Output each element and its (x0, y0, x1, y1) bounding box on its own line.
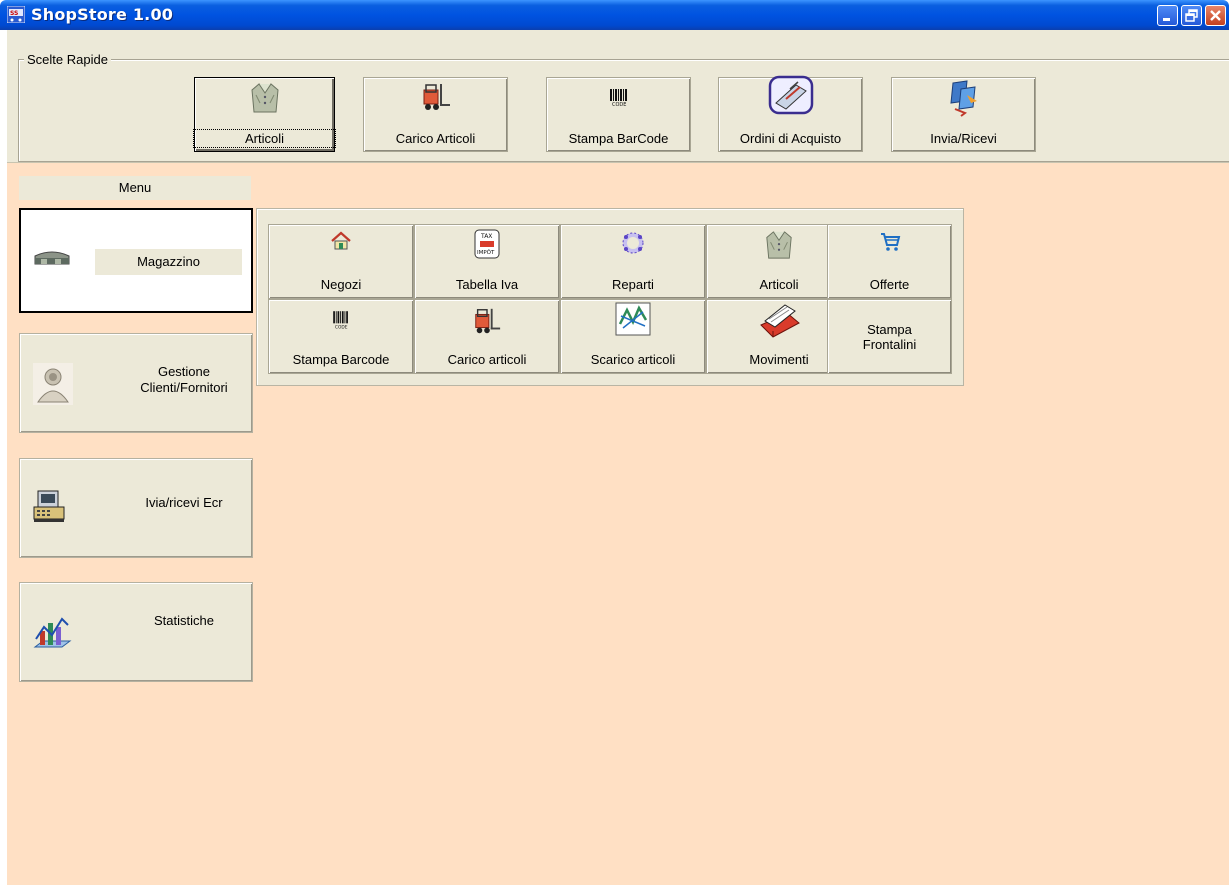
warehouse-icon (34, 251, 70, 265)
window-title: ShopStore 1.00 (31, 5, 174, 24)
barcode-icon: CODE (609, 89, 627, 108)
close-button[interactable] (1205, 5, 1226, 26)
menu-item-label: Ivia/ricevi Ecr (145, 495, 223, 510)
restore-icon (1185, 9, 1198, 22)
shopping-cart-icon (880, 233, 900, 251)
scanner-icon (768, 75, 813, 115)
quick-articoli-button[interactable]: Articoli (193, 77, 336, 152)
app-window: SS ShopStore 1.00 Scelte Rapide Articoli… (0, 0, 1229, 885)
departments-icon (622, 232, 644, 254)
menu-item-label: Statistiche (154, 613, 214, 628)
quick-ordini-di-acquisto-button[interactable]: Ordini di Acquisto (718, 75, 863, 152)
close-icon (1210, 10, 1221, 21)
barcode-icon: CODE (333, 311, 348, 331)
sub-scarico-articoli-button[interactable]: Scarico articoli (560, 299, 706, 374)
sub-stampa-frontalini-button[interactable]: Stampa Frontalini (827, 299, 952, 374)
quick-button-label: Stampa BarCode (568, 131, 669, 146)
sub-button-label: Stampa Frontalini (862, 322, 917, 352)
svg-text:CODE: CODE (335, 325, 348, 331)
forklift-icon (423, 84, 450, 110)
sub-button-label: Scarico articoli (590, 352, 676, 367)
sub-button-label: Stampa Barcode (292, 352, 390, 367)
sub-offerte-button[interactable]: Offerte (827, 224, 952, 299)
quick-choices-panel: Scelte Rapide Articoli Carico Articoli C… (7, 30, 1229, 163)
quick-button-label: Carico Articoli (395, 131, 476, 146)
quick-button-label: Ordini di Acquisto (739, 131, 842, 146)
tax-icon: TAX IMPÔT (474, 229, 500, 259)
sub-button-label: Carico articoli (447, 352, 527, 367)
menu-header: Menu (19, 176, 251, 200)
quick-carico-articoli-button[interactable]: Carico Articoli (363, 77, 508, 152)
menu-item-ivia-ricevi-ecr[interactable]: Ivia/ricevi Ecr (19, 458, 253, 558)
jacket-icon (766, 231, 792, 259)
quick-invia-ricevi-button[interactable]: Invia/Ricevi (891, 77, 1036, 152)
impot-icon-text: IMPÔT (477, 249, 495, 256)
jacket-icon (250, 83, 279, 113)
sub-button-label: Reparti (612, 277, 654, 292)
shopstore-app-icon: SS (7, 6, 25, 23)
customers-icon (33, 363, 73, 405)
quick-button-label: Articoli (193, 129, 336, 148)
title-bar[interactable]: SS ShopStore 1.00 (0, 0, 1229, 30)
sub-button-label: Offerte (869, 277, 910, 292)
menu-item-label: Gestione Clienti/Fornitori (140, 364, 228, 395)
quick-stampa-barcode-button[interactable]: CODE Stampa BarCode (546, 77, 691, 152)
menu-item-label: Magazzino (137, 254, 200, 269)
svg-text:CODE: CODE (612, 102, 626, 108)
sub-reparti-button[interactable]: Reparti (560, 224, 706, 299)
sub-tabella-iva-button[interactable]: TAX IMPÔT Tabella Iva (414, 224, 560, 299)
send-receive-icon (949, 80, 977, 117)
quick-button-label: Invia/Ricevi (930, 131, 997, 146)
sub-button-label: Tabella Iva (455, 277, 519, 292)
card-index-icon (760, 304, 800, 338)
tax-icon-text: TAX (480, 233, 492, 240)
statistics-chart-icon (33, 617, 72, 648)
menu-item-gestione-clienti-fornitori[interactable]: Gestione Clienti/Fornitori (19, 333, 253, 433)
menu-item-magazzino[interactable]: Magazzino (19, 208, 253, 313)
sub-carico-articoli-button[interactable]: Carico articoli (414, 299, 560, 374)
minimize-button[interactable] (1157, 5, 1178, 26)
magazzino-submenu-panel: Negozi TAX IMPÔT Tabella Iva Reparti Art… (256, 208, 964, 386)
client-area: Scelte Rapide Articoli Carico Articoli C… (7, 30, 1229, 885)
svg-text:SS: SS (10, 10, 18, 17)
sub-button-label: Negozi (320, 277, 362, 292)
restore-button[interactable] (1181, 5, 1202, 26)
unload-icon (615, 302, 651, 336)
house-icon (331, 231, 351, 250)
minimize-icon (1163, 18, 1170, 21)
cash-register-icon (33, 490, 65, 522)
sub-negozi-button[interactable]: Negozi (268, 224, 414, 299)
forklift-icon (475, 308, 501, 334)
menu-item-statistiche[interactable]: Statistiche (19, 582, 253, 682)
quick-choices-legend: Scelte Rapide (24, 52, 111, 67)
sub-stampa-barcode-button[interactable]: CODE Stampa Barcode (268, 299, 414, 374)
